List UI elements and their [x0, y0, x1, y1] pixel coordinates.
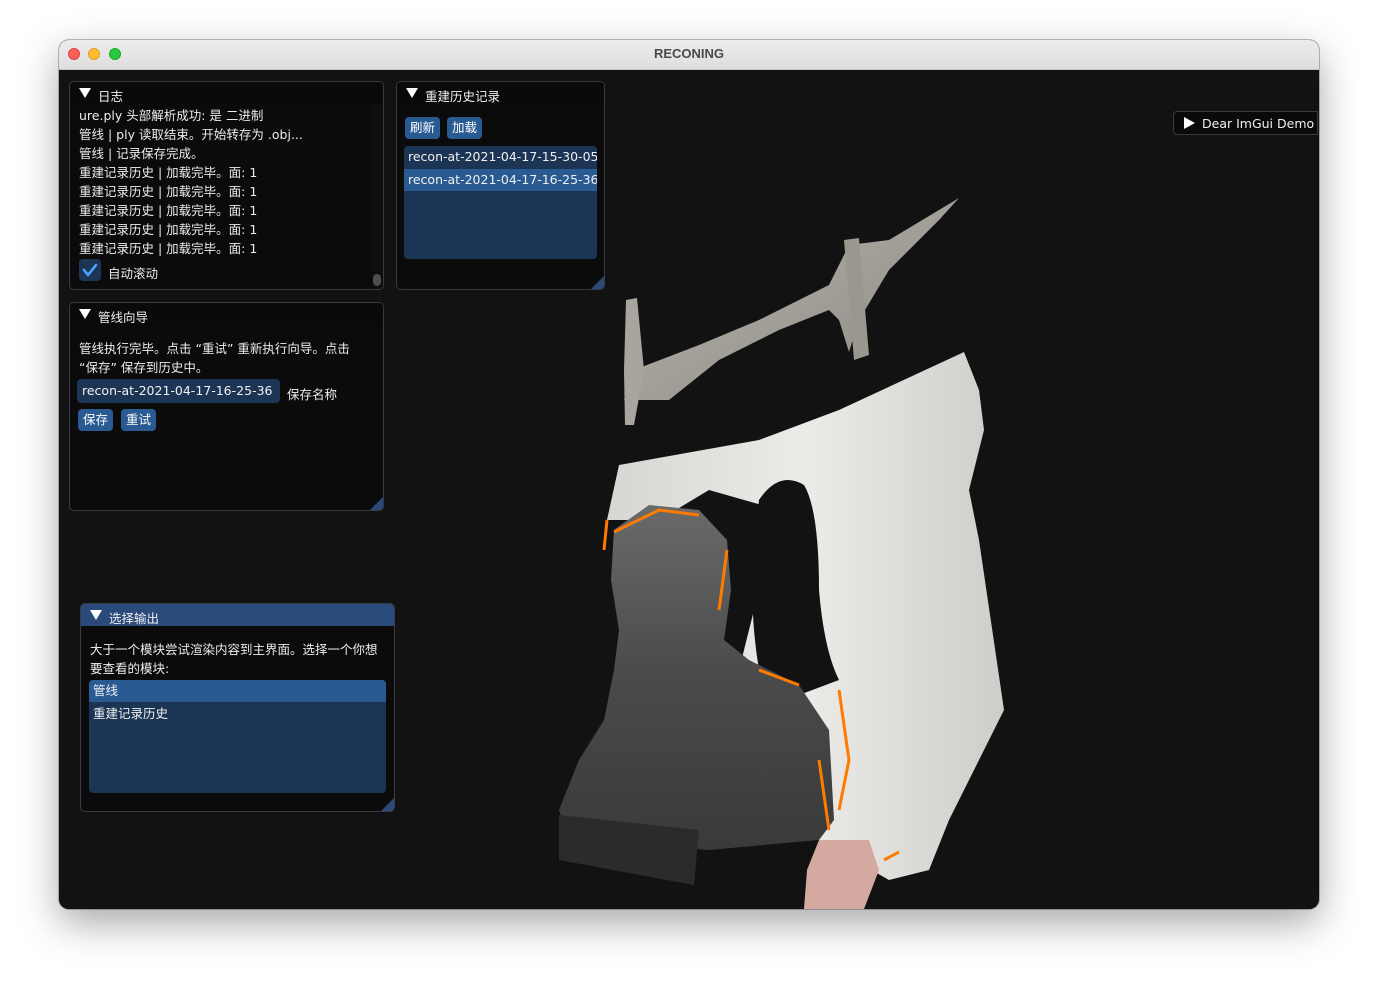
wizard-message: 管线执行完毕。点击 “重试” 重新执行向导。点击 — [79, 341, 350, 356]
history-panel[interactable]: 重建历史记录 刷新 加载 recon-at-2021-04-17-15-30-0… — [396, 81, 605, 290]
pipeline-wizard-panel[interactable]: 管线向导 管线执行完毕。点击 “重试” 重新执行向导。点击 “保存” 保存到历史… — [69, 302, 384, 511]
3d-viewport[interactable]: 日志 ure.ply 头部解析成功: 是 二进制 管线 | ply 读取结束。开… — [59, 70, 1319, 909]
retry-button[interactable]: 重试 — [121, 409, 157, 431]
output-module-item[interactable]: 重建记录历史 — [89, 703, 386, 725]
refresh-button[interactable]: 刷新 — [405, 117, 441, 139]
mesh-beam — [624, 198, 959, 400]
expand-triangle-icon[interactable] — [1184, 117, 1195, 129]
demo-window-title: Dear ImGui Demo — [1202, 116, 1315, 131]
wizard-message: “保存” 保存到历史中。 — [79, 360, 209, 375]
save-name-input[interactable]: recon-at-2021-04-17-16-25-36 — [77, 379, 280, 403]
select-output-panel[interactable]: 选择输出 大于一个模块尝试渲染内容到主界面。选择一个你想 要查看的模块: 管线 … — [80, 603, 395, 812]
log-line: 重建记录历史 | 加载完毕。面: 1 — [79, 165, 258, 180]
window-title: RECONING — [653, 46, 725, 61]
log-panel[interactable]: 日志 ure.ply 头部解析成功: 是 二进制 管线 | ply 读取结束。开… — [69, 81, 384, 290]
auto-scroll-checkbox[interactable] — [79, 259, 101, 281]
output-message: 大于一个模块尝试渲染内容到主界面。选择一个你想 — [90, 642, 378, 657]
history-panel-title: 重建历史记录 — [425, 89, 501, 104]
log-panel-title: 日志 — [98, 89, 124, 104]
log-scrollbar[interactable] — [371, 104, 383, 289]
output-module-listbox[interactable]: 管线 重建记录历史 — [89, 680, 386, 793]
log-line: 重建记录历史 | 加载完毕。面: 1 — [79, 203, 258, 218]
log-line: ure.ply 头部解析成功: 是 二进制 — [79, 108, 264, 123]
save-name-label: 保存名称 — [287, 387, 338, 402]
history-list-item-selected[interactable]: recon-at-2021-04-17-16-25-36 — [404, 169, 597, 191]
imgui-demo-window-collapsed[interactable]: Dear ImGui Demo — [1173, 111, 1318, 135]
wizard-panel-title: 管线向导 — [98, 310, 149, 325]
log-scrollbar-thumb[interactable] — [373, 274, 381, 286]
log-panel-header[interactable]: 日志 — [70, 82, 383, 104]
output-panel-header[interactable]: 选择输出 — [81, 604, 394, 626]
load-button[interactable]: 加载 — [447, 117, 483, 139]
resize-grip[interactable] — [591, 276, 604, 289]
log-line: 重建记录历史 | 加载完毕。面: 1 — [79, 184, 258, 199]
log-line: 重建记录历史 | 加载完毕。面: 1 — [79, 222, 258, 237]
history-listbox[interactable]: recon-at-2021-04-17-15-30-05 recon-at-20… — [404, 146, 597, 259]
history-list-item[interactable]: recon-at-2021-04-17-15-30-05 — [404, 146, 597, 168]
log-line: 管线 | 记录保存完成。 — [79, 146, 204, 161]
log-line: 重建记录历史 | 加载完毕。面: 1 — [79, 241, 258, 256]
resize-grip[interactable] — [381, 798, 394, 811]
title-bar[interactable]: RECONING — [59, 40, 1319, 70]
collapse-triangle-icon[interactable] — [406, 88, 418, 98]
output-module-item-selected[interactable]: 管线 — [89, 680, 386, 702]
save-button[interactable]: 保存 — [78, 409, 114, 431]
history-panel-header[interactable]: 重建历史记录 — [397, 82, 604, 104]
checkmark-icon — [82, 263, 98, 277]
output-message: 要查看的模块: — [90, 661, 170, 676]
wizard-panel-header[interactable]: 管线向导 — [70, 303, 383, 325]
resize-grip[interactable] — [370, 497, 383, 510]
log-line: 管线 | ply 读取结束。开始转存为 .obj... — [79, 127, 303, 142]
mesh-post-left — [624, 298, 644, 425]
output-panel-title: 选择输出 — [109, 611, 160, 626]
auto-scroll-label: 自动滚动 — [108, 266, 159, 281]
collapse-triangle-icon[interactable] — [79, 309, 91, 319]
collapse-triangle-icon[interactable] — [90, 610, 102, 620]
mesh-base-stone — [804, 840, 879, 909]
collapse-triangle-icon[interactable] — [79, 88, 91, 98]
app-window: RECONING 日志 ure.ply 头部解析成功: 是 二进制 管线 | p… — [59, 40, 1319, 909]
